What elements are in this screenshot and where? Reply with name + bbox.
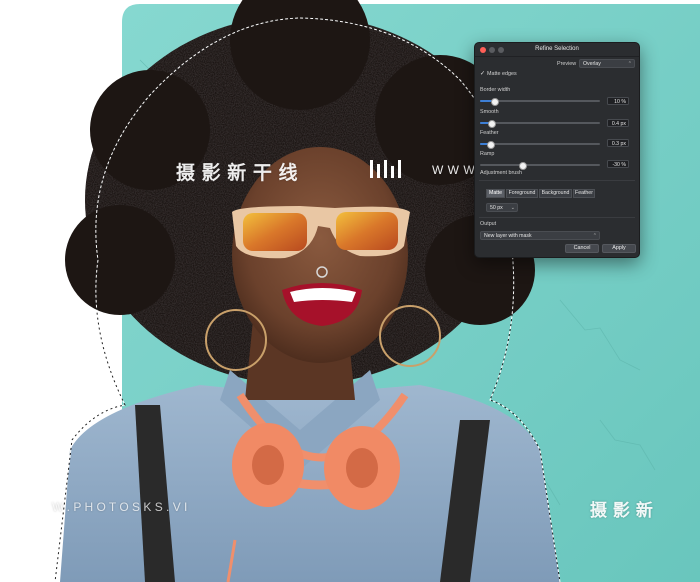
feather-value[interactable]: 0.3 px [607,139,629,147]
apply-button[interactable]: Apply [602,244,636,253]
divider [479,180,635,181]
chevron-updown-icon: ⌃ [592,232,597,239]
feather-slider-knob[interactable] [487,141,495,149]
smooth-label: Smooth [480,109,499,115]
brush-size-select[interactable]: 50 px ⌄ [486,203,518,212]
mode-matte-button[interactable]: Matte [486,189,505,198]
output-select[interactable]: New layer with mask ⌃ [480,231,600,240]
watermark-url-bottom: W . P H O T O S K S . V I [52,500,188,514]
matte-edges-label: Matte edges [487,71,517,77]
feather-track[interactable] [480,143,600,145]
preview-label: Preview [557,61,577,67]
border-width-label: Border width [480,87,511,93]
mode-background-button[interactable]: Background [539,189,572,198]
output-label: Output [480,221,497,227]
refine-selection-dialog: Refine Selection Preview Overlay ⌃ ✓ Mat… [474,42,640,258]
mode-foreground-button[interactable]: Foreground [506,189,538,198]
smooth-value[interactable]: 0.4 px [607,119,629,127]
preview-value: Overlay [583,61,601,67]
chevron-down-icon: ⌄ [510,204,515,211]
feather-label: Feather [480,130,499,136]
cancel-button[interactable]: Cancel [565,244,599,253]
smooth-track[interactable] [480,122,600,124]
watermark-cn-bottom: 摄 影 新 [590,501,653,521]
border-width-value[interactable]: 10 % [607,97,629,105]
chevron-updown-icon: ⌃ [627,60,632,67]
ramp-track[interactable] [480,164,600,166]
output-value: New layer with mask [484,233,532,239]
ramp-label: Ramp [480,151,495,157]
checkmark-icon[interactable]: ✓ [480,71,486,77]
preview-select[interactable]: Overlay ⌃ [579,59,635,68]
brush-size-value: 50 px [490,205,503,211]
divider [479,217,635,218]
ramp-value[interactable]: -30 % [607,160,629,168]
watermark-cn-top: 摄 影 新 干 线 [176,162,298,184]
watermark-logo-icon [368,158,408,185]
smooth-slider-knob[interactable] [488,120,496,128]
mode-feather-button[interactable]: Feather [573,189,595,198]
border-width-slider-knob[interactable] [491,98,499,106]
dialog-title: Refine Selection [535,46,579,52]
dialog-titlebar[interactable]: Refine Selection [475,43,639,57]
ramp-slider-knob[interactable] [519,162,527,170]
adjustment-brush-label: Adjustment brush [480,170,522,176]
